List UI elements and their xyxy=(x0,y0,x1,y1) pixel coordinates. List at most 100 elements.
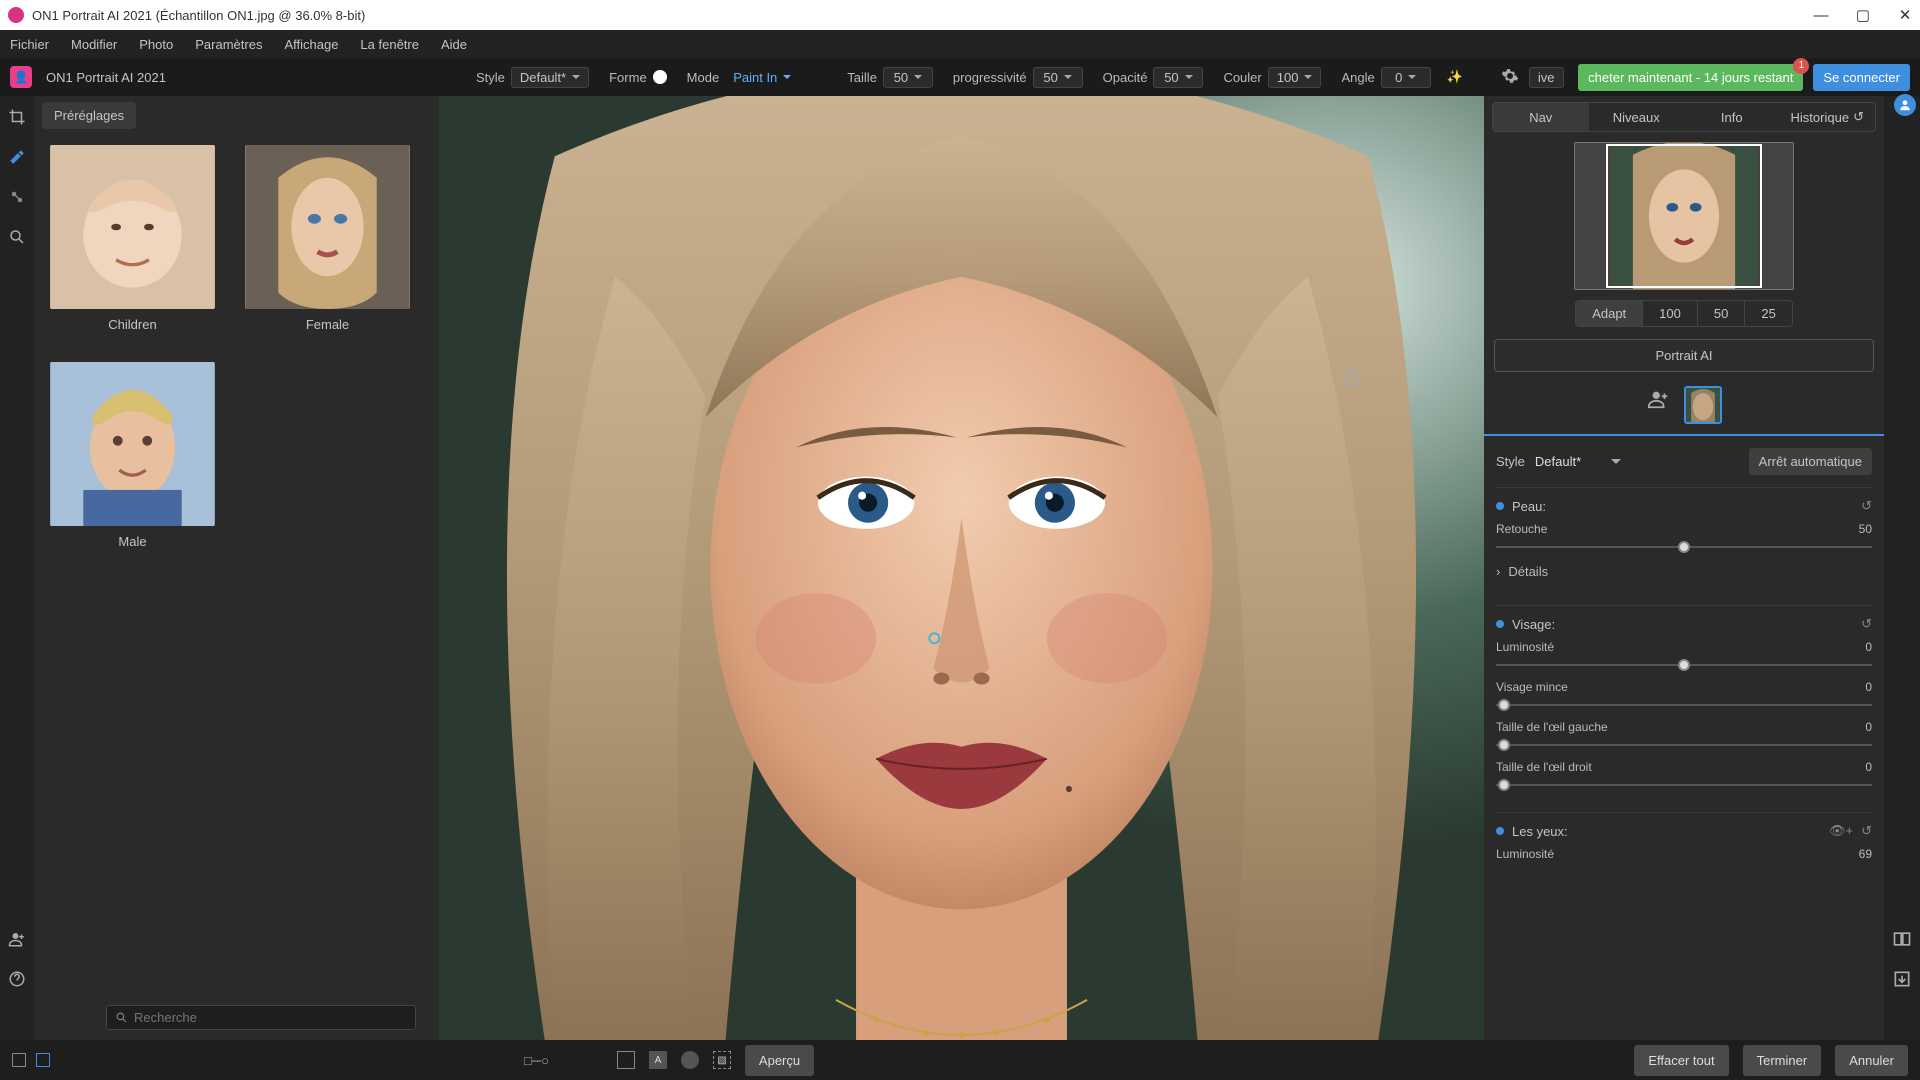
toggle-dot-icon[interactable] xyxy=(1496,502,1504,510)
buy-now-button[interactable]: cheter maintenant - 14 jours restant 1 xyxy=(1578,64,1803,91)
annuler-button[interactable]: Annuler xyxy=(1835,1045,1908,1076)
zoom-100[interactable]: 100 xyxy=(1643,301,1698,326)
tab-info[interactable]: Info xyxy=(1684,103,1780,131)
slider-luminosite-visage[interactable]: Luminosité0 xyxy=(1496,640,1872,672)
view-single-icon[interactable] xyxy=(12,1053,26,1067)
window-title: ON1 Portrait AI 2021 (Échantillon ON1.jp… xyxy=(32,8,365,23)
angle-dropdown[interactable]: 0 xyxy=(1381,67,1431,88)
wand-icon[interactable]: ✨ xyxy=(1447,69,1463,85)
add-person-icon[interactable] xyxy=(6,928,28,950)
menu-modifier[interactable]: Modifier xyxy=(71,37,117,52)
group-yeux-header[interactable]: Les yeux: 👁+ ↺ xyxy=(1496,823,1872,839)
slider-oeil-droit[interactable]: Taille de l'œil droit0 xyxy=(1496,760,1872,792)
preset-children[interactable]: Children xyxy=(50,145,215,332)
auto-stop-button[interactable]: Arrêt automatique xyxy=(1749,448,1872,475)
eye-plus-icon[interactable]: 👁+ xyxy=(1829,823,1853,839)
preset-female[interactable]: Female xyxy=(245,145,410,332)
details-expand[interactable]: › Détails xyxy=(1496,564,1872,579)
zoom-50[interactable]: 50 xyxy=(1698,301,1745,326)
retouche-value: 50 xyxy=(1859,522,1872,536)
reset-icon[interactable]: ↺ xyxy=(1861,616,1872,632)
user-avatar-icon[interactable] xyxy=(1894,94,1916,116)
adjustments-scroll[interactable]: Style Default* Arrêt automatique Peau: ↺… xyxy=(1484,434,1884,1040)
search-input[interactable] xyxy=(134,1010,407,1025)
preset-male[interactable]: Male xyxy=(50,362,215,549)
slider-visage-mince[interactable]: Visage mince0 xyxy=(1496,680,1872,712)
view-compare-icon[interactable] xyxy=(36,1053,50,1067)
add-face-icon[interactable] xyxy=(1646,386,1672,412)
menu-photo[interactable]: Photo xyxy=(139,37,173,52)
zoom-adapt[interactable]: Adapt xyxy=(1576,301,1643,326)
navigator-viewport[interactable] xyxy=(1606,144,1763,287)
mask-alpha-icon[interactable]: A xyxy=(649,1051,667,1069)
reset-icon[interactable]: ↺ xyxy=(1861,498,1872,514)
maximize-button[interactable]: ▢ xyxy=(1856,8,1870,22)
tool-options-bar: 👤 ON1 Portrait AI 2021 Style Default* Fo… xyxy=(0,58,1920,96)
group-visage-header[interactable]: Visage: ↺ xyxy=(1496,616,1872,632)
tab-nav[interactable]: Nav xyxy=(1493,103,1589,131)
preset-label: Female xyxy=(306,317,349,332)
slider-oeil-gauche[interactable]: Taille de l'œil gauche0 xyxy=(1496,720,1872,752)
menu-affichage[interactable]: Affichage xyxy=(284,37,338,52)
peau-title: Peau: xyxy=(1512,499,1546,514)
clone-tool-icon[interactable] xyxy=(6,186,28,208)
compare-icon[interactable] xyxy=(1891,928,1913,950)
portrait-image xyxy=(439,96,1484,1040)
tab-historique[interactable]: Historique↺ xyxy=(1780,103,1876,131)
presets-tab[interactable]: Préréglages xyxy=(42,102,136,129)
couler-dropdown[interactable]: 100 xyxy=(1268,67,1322,88)
tab-niveaux[interactable]: Niveaux xyxy=(1589,103,1685,131)
oeil-d-label: Taille de l'œil droit xyxy=(1496,760,1592,774)
style-dropdown[interactable]: Default* xyxy=(511,67,589,88)
menu-fenetre[interactable]: La fenêtre xyxy=(360,37,419,52)
zoom-tool-icon[interactable] xyxy=(6,226,28,248)
search-input-wrapper[interactable] xyxy=(106,1005,416,1030)
gear-icon[interactable] xyxy=(1501,67,1519,88)
menu-fichier[interactable]: Fichier xyxy=(10,37,49,52)
visage-lum-value: 0 xyxy=(1865,640,1872,654)
progressivite-label: progressivité xyxy=(953,70,1027,85)
reset-icon[interactable]: ↺ xyxy=(1861,823,1872,839)
terminer-button[interactable]: Terminer xyxy=(1743,1045,1822,1076)
slider-luminosite-yeux[interactable]: Luminosité69 xyxy=(1496,847,1872,861)
main-area: Préréglages Children Female Male xyxy=(0,96,1920,1040)
preset-label: Male xyxy=(118,534,146,549)
group-peau: Peau: ↺ Retouche50 › Détails xyxy=(1496,487,1872,585)
taille-dropdown[interactable]: 50 xyxy=(883,67,933,88)
mask-circle-icon[interactable] xyxy=(681,1051,699,1069)
group-peau-header[interactable]: Peau: ↺ xyxy=(1496,498,1872,514)
style-label: Style xyxy=(476,70,505,85)
slider-retouche[interactable]: Retouche50 xyxy=(1496,522,1872,554)
effacer-button[interactable]: Effacer tout xyxy=(1634,1045,1728,1076)
progressivite-dropdown[interactable]: 50 xyxy=(1033,67,1083,88)
brush-tool-icon[interactable] xyxy=(6,146,28,168)
panel-style-label: Style xyxy=(1496,454,1525,469)
zoom-25[interactable]: 25 xyxy=(1745,301,1791,326)
opacite-dropdown[interactable]: 50 xyxy=(1153,67,1203,88)
undo-icon: ↺ xyxy=(1853,109,1864,125)
yeux-lum-label: Luminosité xyxy=(1496,847,1554,861)
menu-parametres[interactable]: Paramètres xyxy=(195,37,262,52)
toggle-dot-icon[interactable] xyxy=(1496,620,1504,628)
style-chevron-icon[interactable] xyxy=(1611,459,1621,464)
mode-dropdown[interactable]: Paint In xyxy=(725,68,799,87)
softproof-toggle-icon[interactable]: □─○ xyxy=(524,1053,549,1068)
help-icon[interactable] xyxy=(6,968,28,990)
export-icon[interactable] xyxy=(1891,968,1913,990)
menu-aide[interactable]: Aide xyxy=(441,37,467,52)
portrait-ai-button[interactable]: Portrait AI xyxy=(1494,339,1874,372)
crop-tool-icon[interactable] xyxy=(6,106,28,128)
pref-dropdown[interactable]: ive xyxy=(1529,67,1564,88)
login-button[interactable]: Se connecter xyxy=(1813,64,1910,91)
navigator-preview[interactable] xyxy=(1574,142,1794,290)
minimize-button[interactable]: — xyxy=(1814,8,1828,22)
apercu-button[interactable]: Aperçu xyxy=(745,1045,814,1076)
brush-shape-icon[interactable] xyxy=(653,70,667,84)
detected-face-thumb[interactable] xyxy=(1684,386,1722,424)
close-button[interactable]: ✕ xyxy=(1898,8,1912,22)
toggle-dot-icon[interactable] xyxy=(1496,827,1504,835)
mask-overlay-icon[interactable]: ▧ xyxy=(713,1051,731,1069)
mask-view-icon[interactable] xyxy=(617,1051,635,1069)
footer-bar: □─○ A ▧ Aperçu Effacer tout Terminer Ann… xyxy=(0,1040,1920,1080)
canvas[interactable] xyxy=(439,96,1484,1040)
